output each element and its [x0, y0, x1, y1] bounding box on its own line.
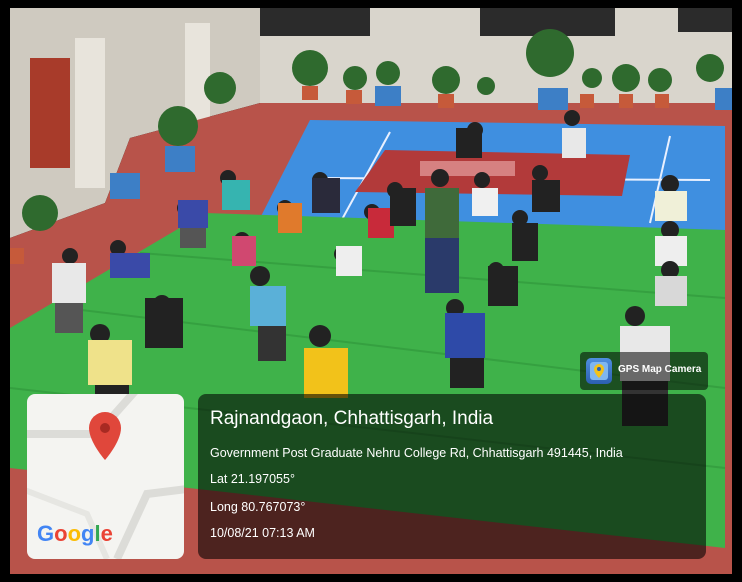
window [678, 8, 732, 32]
location-title: Rajnandgaon, Chhattisgarh, India [210, 408, 494, 429]
pillar [75, 38, 105, 188]
longitude-value: Long 80.767073° [210, 500, 306, 514]
capture-datetime: 10/08/21 07:13 AM [210, 526, 315, 540]
map-pin-icon [89, 412, 121, 460]
gps-camera-badge: GPS Map Camera [580, 352, 708, 390]
door [30, 58, 70, 168]
app-name-label: GPS Map Camera [618, 364, 702, 375]
google-logo: Google [37, 521, 113, 546]
location-map-thumbnail: Google [27, 394, 184, 559]
window [260, 8, 370, 36]
gps-map-camera-icon [586, 358, 612, 384]
photo-frame: GPS Map Camera Google Rajnandgaon, Chhat… [0, 0, 742, 582]
geotag-info-panel: Rajnandgaon, Chhattisgarh, India Governm… [198, 394, 706, 559]
street-address: Government Post Graduate Nehru College R… [210, 446, 623, 460]
latitude-value: Lat 21.197055° [210, 472, 295, 486]
